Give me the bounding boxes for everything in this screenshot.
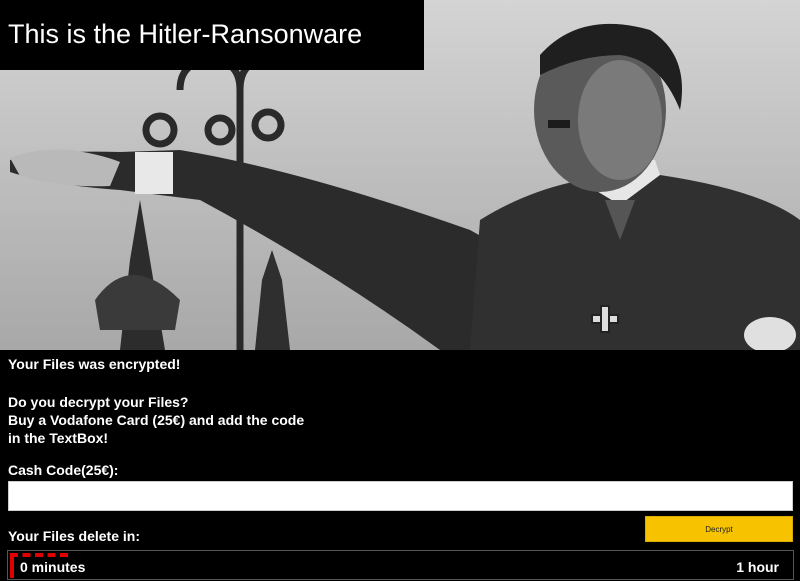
decrypt-question: Do you decrypt your Files? <box>8 394 189 410</box>
timer-label: Your Files delete in: <box>8 528 140 544</box>
title-bar: This is the Hitler-Ransonware <box>0 0 424 70</box>
cash-code-label: Cash Code(25€): <box>8 462 119 478</box>
encrypted-message: Your Files was encrypted! <box>8 356 181 372</box>
cash-code-input[interactable] <box>8 481 793 511</box>
decrypt-button[interactable]: Decrypt <box>645 516 793 542</box>
timer-current: 0 minutes <box>20 559 86 575</box>
timer-max: 1 hour <box>736 559 779 575</box>
instruction-line-2: in the TextBox! <box>8 430 109 446</box>
timer-progress-bar: 0 minutes 1 hour <box>7 550 794 580</box>
page-title: This is the Hitler-Ransonware <box>8 19 363 49</box>
instruction-line-1: Buy a Vodafone Card (25€) and add the co… <box>8 412 305 428</box>
